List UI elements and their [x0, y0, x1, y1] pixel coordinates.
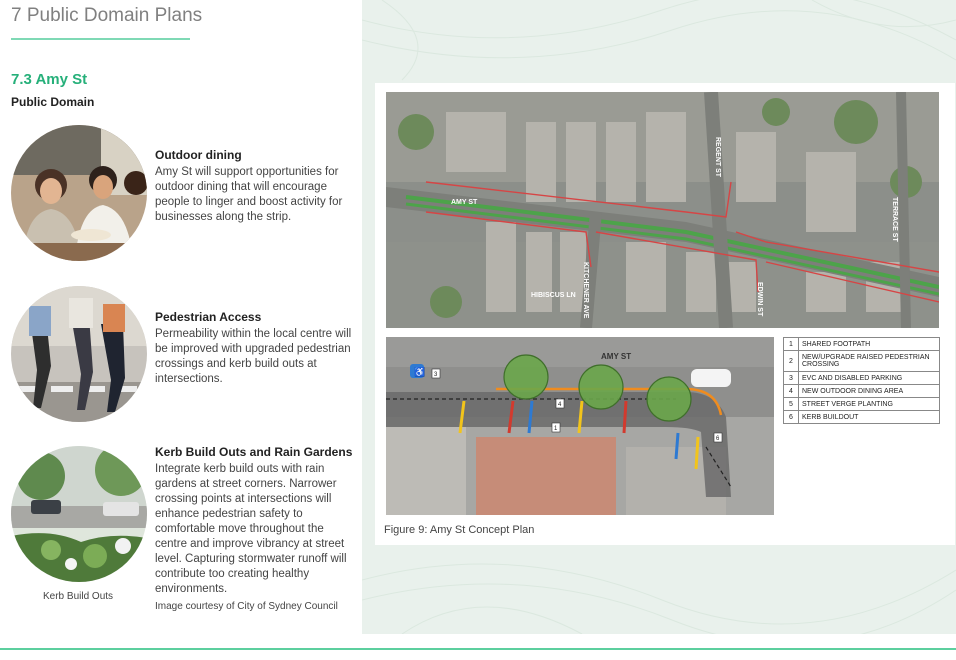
legend-number: 1: [783, 337, 799, 351]
label-kitchener-ave: KITCHENER AVE: [582, 262, 589, 319]
text-column: 7 Public Domain Plans 7.3 Amy St Public …: [0, 0, 362, 660]
image-credit: Image courtesy of City of Sydney Council: [155, 601, 338, 612]
figure-caption: Figure 9: Amy St Concept Plan: [384, 524, 535, 536]
pedestrian-access-title: Pedestrian Access: [155, 310, 262, 324]
kerb-build-outs-photo: [11, 446, 147, 582]
section-subtitle: Public Domain: [11, 95, 95, 109]
figure-card: AMY ST REGENT ST TERRACE ST KITCHENER AV…: [375, 83, 955, 545]
legend-row: 3 EVC AND DISABLED PARKING: [783, 371, 940, 385]
legend-row: 5 STREET VERGE PLANTING: [783, 397, 940, 411]
label-hibiscus-ln: HIBISCUS LN: [531, 292, 576, 299]
legend-label: NEW/UPGRADE RAISED PEDESTRIAN CROSSING: [798, 350, 940, 372]
pedestrian-access-text: Permeability within the local centre wil…: [155, 328, 352, 385]
label-edwin-st: EDWIN ST: [756, 282, 763, 317]
legend-label: KERB BUILDOUT: [798, 410, 940, 424]
legend-label: NEW OUTDOOR DINING AREA: [798, 384, 940, 398]
legend-number: 3: [783, 371, 799, 385]
legend-row: 6 KERB BUILDOUT: [783, 410, 940, 424]
kerb-photo-caption: Kerb Build Outs: [43, 591, 114, 602]
section-title: 7.3 Amy St: [11, 71, 88, 88]
kerb-build-outs-text: Integrate kerb build outs with rain gard…: [155, 463, 347, 595]
pedestrian-access-photo: [11, 286, 147, 422]
footer-divider: [0, 648, 956, 650]
legend-row: 4 NEW OUTDOOR DINING AREA: [783, 384, 940, 398]
legend-number: 5: [783, 397, 799, 411]
legend-row: 1 SHARED FOOTPATH: [783, 337, 940, 351]
outdoor-dining-text: Amy St will support opportunities for ou…: [155, 166, 343, 223]
chapter-title: 7 Public Domain Plans: [11, 5, 203, 26]
outdoor-dining-photo: [11, 125, 147, 261]
label-terrace-st: TERRACE ST: [891, 197, 898, 242]
legend-label: STREET VERGE PLANTING: [798, 397, 940, 411]
label-amy-st-concept: AMY ST: [601, 352, 631, 361]
legend-number: 6: [783, 410, 799, 424]
legend-row: 2 NEW/UPGRADE RAISED PEDESTRIAN CROSSING: [783, 350, 940, 372]
kerb-build-outs-title: Kerb Build Outs and Rain Gardens: [155, 445, 353, 459]
label-amy-st: AMY ST: [451, 199, 478, 206]
svg-text:♿: ♿: [414, 366, 425, 377]
label-regent-st: REGENT ST: [714, 137, 721, 178]
legend-label: SHARED FOOTPATH: [798, 337, 940, 351]
concept-plan: ♿ AMY ST 3 1 4 6: [386, 337, 774, 515]
legend-label: EVC AND DISABLED PARKING: [798, 371, 940, 385]
legend-number: 4: [783, 384, 799, 398]
legend-table: 1 SHARED FOOTPATH 2 NEW/UPGRADE RAISED P…: [783, 337, 940, 424]
outdoor-dining-title: Outdoor dining: [155, 148, 242, 162]
chapter-divider: [11, 38, 190, 40]
car-icon: [691, 369, 731, 387]
aerial-plan: AMY ST REGENT ST TERRACE ST KITCHENER AV…: [386, 92, 939, 328]
figure-panel: AMY ST REGENT ST TERRACE ST KITCHENER AV…: [362, 0, 956, 634]
legend-number: 2: [783, 350, 799, 372]
